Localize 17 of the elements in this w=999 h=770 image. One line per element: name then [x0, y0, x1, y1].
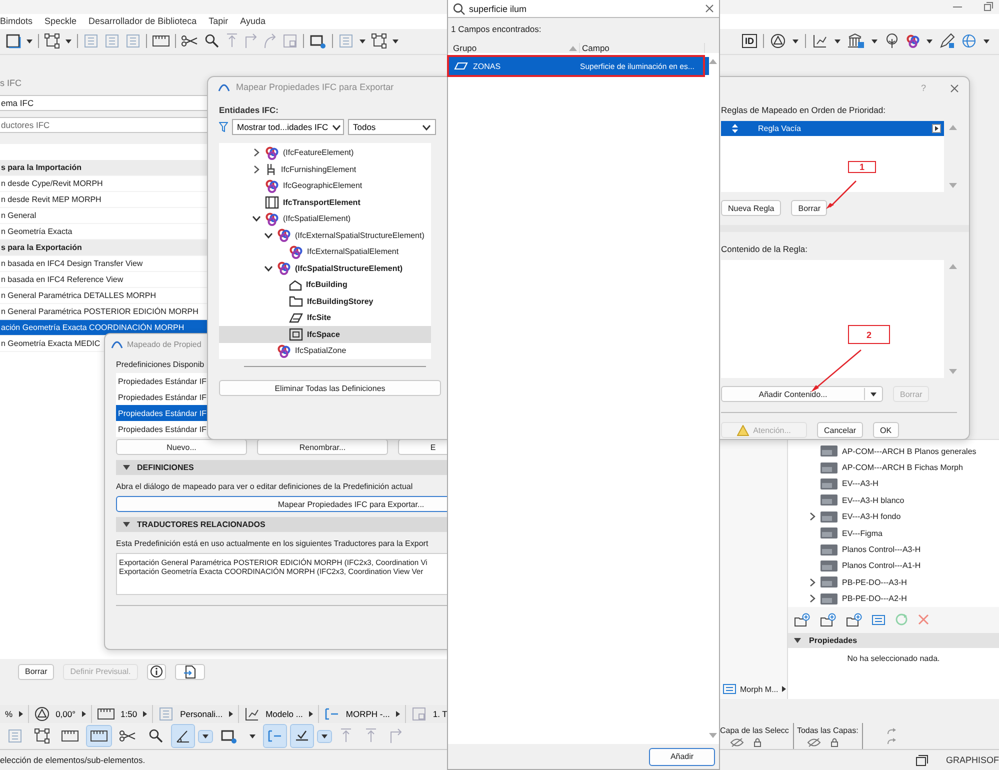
field-label: Entidades IFC: — [219, 104, 280, 117]
brand-label: GRAPHISOF — [946, 755, 999, 765]
layer-label: Capa de las Selecc — [720, 726, 789, 734]
layer-label: Todas las Capas: — [796, 726, 858, 734]
description-text: Abra el diálogo de mapeado para ver o editar definiciones de la Predefinición actual — [116, 481, 414, 493]
panel-title: s IFC — [0, 78, 22, 88]
result-count: 1 Campos encontrados: — [451, 23, 542, 36]
field-label: Reglas de Mapeado en Orden de Prioridad: — [721, 104, 886, 117]
field-label: Contenido de la Regla: — [721, 243, 808, 256]
status-text: elección de elementos/sub-elementos. — [0, 755, 146, 765]
callout-label: 2 — [848, 325, 890, 344]
empty-message: No ha seleccionado nada. — [846, 652, 941, 663]
callout-label: 1 — [848, 161, 876, 173]
description-text: Esta Predefinición está en uso actualmente en los siguientes Traductores para la Export — [116, 538, 430, 550]
field-label: Predefiniciones Disponib — [116, 359, 206, 371]
window-title: Mapeado de Propied — [127, 340, 202, 348]
window-title: Mapear Propiedades IFC para Exportar — [236, 82, 394, 92]
